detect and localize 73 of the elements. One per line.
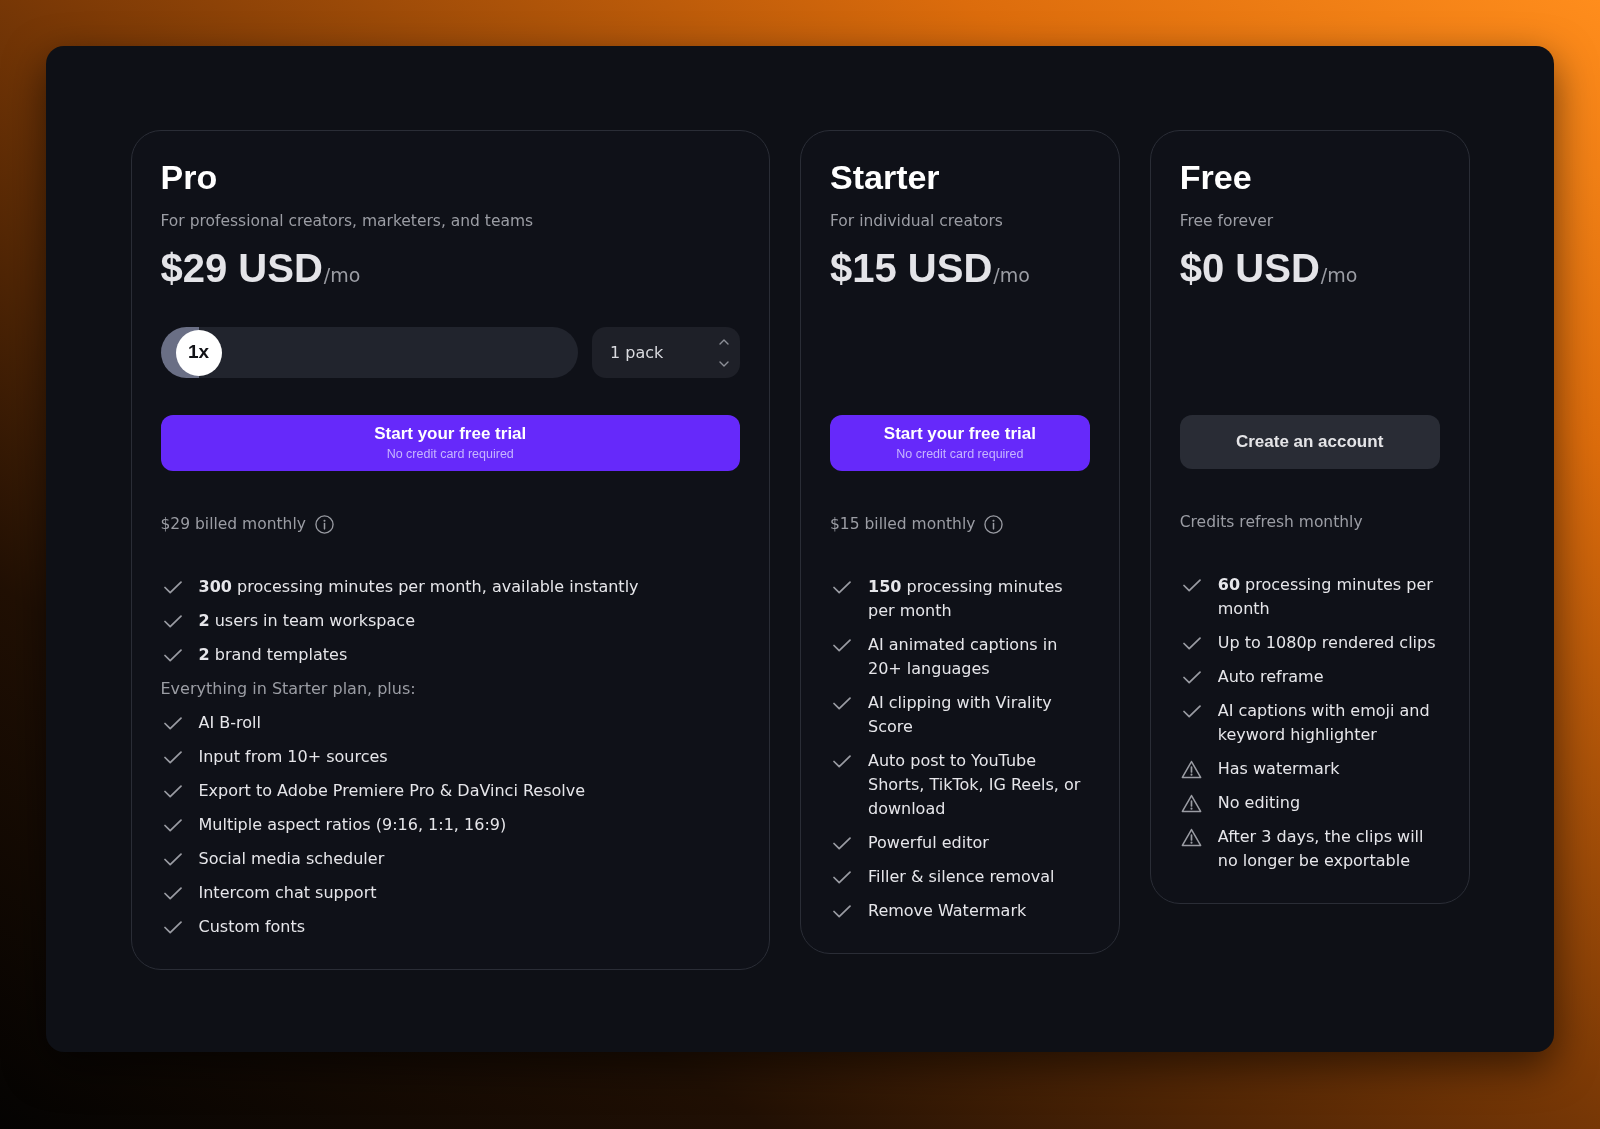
feature-text: Intercom chat support <box>198 882 377 904</box>
info-icon[interactable] <box>314 514 334 534</box>
plan-button[interactable]: Start your free trial No credit card required <box>160 415 740 471</box>
billing-note: $29 billed monthly <box>160 514 306 535</box>
price-period: /mo <box>1320 263 1358 288</box>
feature-text: Auto post to YouTube Shorts, TikTok, IG Reels, or download <box>868 750 1082 820</box>
check-icon <box>1182 704 1201 718</box>
check-icon <box>1182 670 1201 684</box>
feature-group-heading: Everything in Starter plan, plus: <box>160 678 416 700</box>
pack-select[interactable]: 1 pack <box>592 327 740 378</box>
feature-text: AI animated captions in 20+ languages <box>868 634 1059 680</box>
feature-text: After 3 days, the clips will no longer be exportable <box>1217 826 1425 872</box>
price-amount: $29 USD <box>160 246 323 290</box>
feature-text: Social media scheduler <box>198 848 385 870</box>
price-amount: $15 USD <box>830 246 993 290</box>
check-icon <box>163 920 182 934</box>
check-icon <box>833 580 851 594</box>
check-icon <box>163 818 182 832</box>
check-icon <box>163 886 182 900</box>
check-icon <box>163 614 182 628</box>
slider-thumb[interactable]: 1x <box>175 329 222 376</box>
feature-text: No editing <box>1217 792 1301 814</box>
billing-note: $15 billed monthly <box>830 514 976 535</box>
check-icon <box>833 638 851 652</box>
check-icon <box>163 716 182 730</box>
check-icon <box>163 648 182 662</box>
feature-text: Custom fonts <box>198 916 306 938</box>
feature-text: Input from 10+ sources <box>198 746 388 768</box>
feature-text: Powerful editor <box>868 832 989 854</box>
billing-note: Credits refresh monthly <box>1179 512 1363 533</box>
plan-button[interactable]: Start your free trial No credit card required <box>830 415 1090 471</box>
check-icon <box>833 754 851 768</box>
feature-text: 60 processing minutes per month <box>1217 574 1434 620</box>
feature-text: Remove Watermark <box>868 900 1027 922</box>
plan-title: Pro <box>160 157 219 198</box>
warning-icon <box>1181 827 1203 847</box>
price-period: /mo <box>993 263 1030 288</box>
check-icon <box>833 870 851 884</box>
feature-text: AI B-roll <box>198 712 261 734</box>
feature-text: AI captions with emoji and keyword highlighter <box>1217 700 1431 746</box>
check-icon <box>1182 578 1201 592</box>
plan-tagline: Free forever <box>1179 211 1275 232</box>
warning-icon <box>1181 793 1203 813</box>
feature-text: 150 processing minutes per month <box>868 576 1064 622</box>
feature-text: Up to 1080p rendered clips <box>1217 632 1436 654</box>
check-icon <box>163 750 182 764</box>
chevron-up-down-icon <box>718 337 730 368</box>
plan-title: Starter <box>830 157 941 198</box>
check-icon <box>833 836 851 850</box>
plan-tagline: For individual creators <box>830 211 1004 232</box>
check-icon <box>163 784 182 798</box>
feature-text: 300 processing minutes per month, available instantly <box>198 576 639 598</box>
price-period: /mo <box>323 263 361 288</box>
check-icon <box>163 580 182 594</box>
feature-text: Has watermark <box>1217 758 1340 780</box>
feature-text: Auto reframe <box>1217 666 1324 688</box>
plan-button[interactable]: Create an account <box>1179 415 1440 469</box>
info-icon[interactable] <box>984 514 1004 534</box>
slider-track[interactable]: 1x <box>160 327 578 378</box>
feature-text: Filler & silence removal <box>868 866 1055 888</box>
feature-text: AI clipping with Virality Score <box>868 692 1053 738</box>
feature-text: 2 brand templates <box>198 644 348 666</box>
warning-icon <box>1181 759 1203 779</box>
feature-text: Export to Adobe Premiere Pro & DaVinci Resolve <box>198 780 586 802</box>
feature-text: 2 users in team workspace <box>198 610 415 632</box>
check-icon <box>1182 636 1201 650</box>
price-amount: $0 USD <box>1179 246 1320 290</box>
check-icon <box>163 852 182 866</box>
plan-title: Free <box>1179 157 1253 198</box>
check-icon <box>833 696 851 710</box>
check-icon <box>833 904 851 918</box>
plan-tagline: For professional creators, marketers, and teams <box>160 211 535 232</box>
feature-text: Multiple aspect ratios (9:16, 1:1, 16:9) <box>198 814 507 836</box>
